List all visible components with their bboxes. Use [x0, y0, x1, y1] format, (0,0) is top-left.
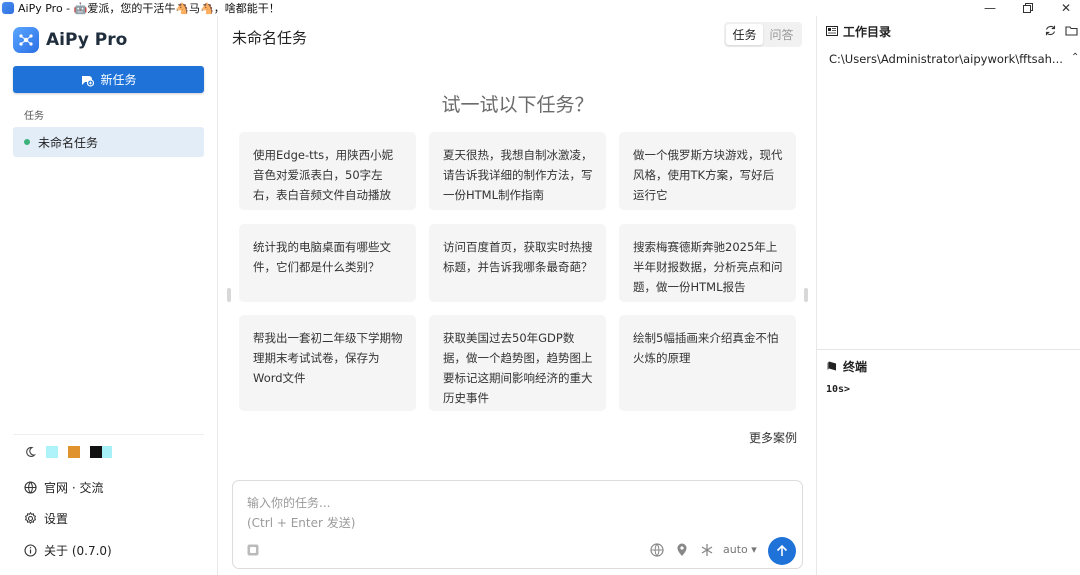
suggestion-card[interactable]: 统计我的电脑桌面有哪些文件，它们都是什么类别？ [239, 224, 416, 302]
terminal-prompt: 10s> [826, 384, 851, 395]
about-label: 关于 (0.7.0) [44, 544, 112, 558]
new-task-button[interactable]: 新任务 [13, 66, 204, 93]
theme-swatch-black[interactable] [90, 446, 102, 458]
task-input[interactable]: 输入你的任务... (Ctrl + Enter 发送) auto ▾ [232, 480, 803, 569]
task-status-dot [24, 139, 30, 145]
attachment-icon[interactable] [246, 543, 260, 557]
window-title: AiPy Pro - 🤖爱派，您的干活牛🐴马🐴，啥都能干！ [18, 2, 280, 15]
moon-icon[interactable] [24, 446, 36, 458]
info-icon [24, 544, 37, 557]
folder-panel-icon [826, 26, 838, 36]
task-item-label: 未命名任务 [38, 135, 99, 150]
mode-toggle: 任务 问答 [724, 22, 802, 47]
new-task-icon [82, 75, 95, 87]
web-search-icon[interactable] [649, 542, 665, 558]
terminal-label: 终端 [843, 359, 868, 374]
app-icon [2, 2, 14, 14]
workdir-label: 工作目录 [843, 24, 892, 39]
settings-label: 设置 [44, 512, 69, 526]
aipy-logo-icon [13, 27, 39, 53]
restore-icon[interactable] [1008, 0, 1048, 16]
official-site-link[interactable]: 官网 · 交流 [24, 479, 103, 496]
official-site-label: 官网 · 交流 [44, 481, 104, 495]
right-panel-divider [817, 349, 1080, 350]
suggestion-card[interactable]: 夏天很热，我想自制冰激凌，请告诉我详细的制作方法，写一份HTML制作指南 [429, 132, 606, 210]
arrow-up-icon [776, 544, 788, 556]
close-icon[interactable]: ✕ [1046, 0, 1080, 16]
terminal-header: 终端 [817, 352, 1080, 380]
theme-swatch-cyan[interactable] [46, 446, 58, 458]
about-link[interactable]: 关于 (0.7.0) [24, 542, 112, 559]
plugin-icon[interactable] [699, 542, 715, 558]
tab-qa[interactable]: 问答 [763, 24, 800, 45]
globe-icon [24, 481, 37, 494]
right-resize-handle[interactable] [804, 288, 808, 302]
suggestion-card[interactable]: 绘制5幅插画来介绍真金不怕火炼的原理 [619, 315, 796, 411]
minimize-icon[interactable]: — [970, 0, 1010, 16]
brand-name: AiPy Pro [46, 30, 128, 50]
suggestion-card[interactable]: 帮我出一套初二年级下学期物理期末考试试卷，保存为Word文件 [239, 315, 416, 411]
terminal-icon [827, 361, 836, 371]
model-select[interactable]: auto ▾ [723, 543, 757, 556]
task-input-hint: (Ctrl + Enter 发送) [247, 516, 356, 530]
page-title: 未命名任务 [232, 29, 308, 47]
new-task-label: 新任务 [100, 73, 137, 87]
theme-swatch-orange[interactable] [68, 446, 80, 458]
suggestion-card[interactable]: 做一个俄罗斯方块游戏，现代风格，使用TK方案，写好后运行它 [619, 132, 796, 210]
refresh-icon[interactable] [1044, 24, 1057, 37]
tab-task[interactable]: 任务 [726, 24, 763, 45]
left-resize-handle[interactable] [227, 288, 231, 302]
suggestion-card[interactable]: 搜索梅赛德斯奔驰2025年上半年财报数据，分析亮点和问题，做一份HTML报告 [619, 224, 796, 302]
workdir-header: 工作目录 [817, 17, 1080, 45]
sidebar-item-untitled-task[interactable]: 未命名任务 [13, 127, 204, 157]
title-bar: AiPy Pro - 🤖爱派，您的干活牛🐴马🐴，啥都能干！ [0, 0, 1080, 16]
task-input-placeholder: 输入你的任务... [247, 496, 331, 510]
sidebar-divider [13, 434, 204, 435]
settings-link[interactable]: 设置 [24, 510, 68, 527]
chevron-up-icon[interactable]: ⌃ [1071, 52, 1079, 63]
more-examples-link[interactable]: 更多案例 [749, 429, 797, 446]
right-panel: 工作目录 C:\Users\Administrator\aipywork\fft… [816, 16, 1080, 575]
open-folder-icon[interactable] [1065, 24, 1078, 37]
gear-icon [24, 512, 37, 525]
suggestion-card[interactable]: 访问百度首页，获取实时热搜标题，并告诉我哪条最奇葩？ [429, 224, 606, 302]
theme-swatch-light-cyan[interactable] [102, 446, 112, 458]
brand: AiPy Pro [13, 27, 127, 53]
main-panel: 未命名任务 任务 问答 试一试以下任务？ 使用Edge-tts，用陕西小妮音色对… [219, 16, 816, 575]
send-button[interactable] [768, 537, 796, 565]
theme-switcher [24, 446, 112, 458]
workdir-path[interactable]: C:\Users\Administrator\aipywork\fftsah..… [829, 52, 1069, 66]
location-icon[interactable] [674, 542, 690, 558]
suggestion-card[interactable]: 使用Edge-tts，用陕西小妮音色对爱派表白，50字左右，表白音频文件自动播放 [239, 132, 416, 210]
tasks-section-label: 任务 [24, 111, 44, 122]
sidebar: AiPy Pro 新任务 任务 未命名任务 官网 · 交流 设置 关于 (0.7… [0, 16, 218, 575]
suggestions-heading: 试一试以下任务？ [441, 94, 594, 116]
suggestion-card[interactable]: 获取美国过去50年GDP数据，做一个趋势图，趋势图上要标记这期间影响经济的重大历… [429, 315, 606, 411]
